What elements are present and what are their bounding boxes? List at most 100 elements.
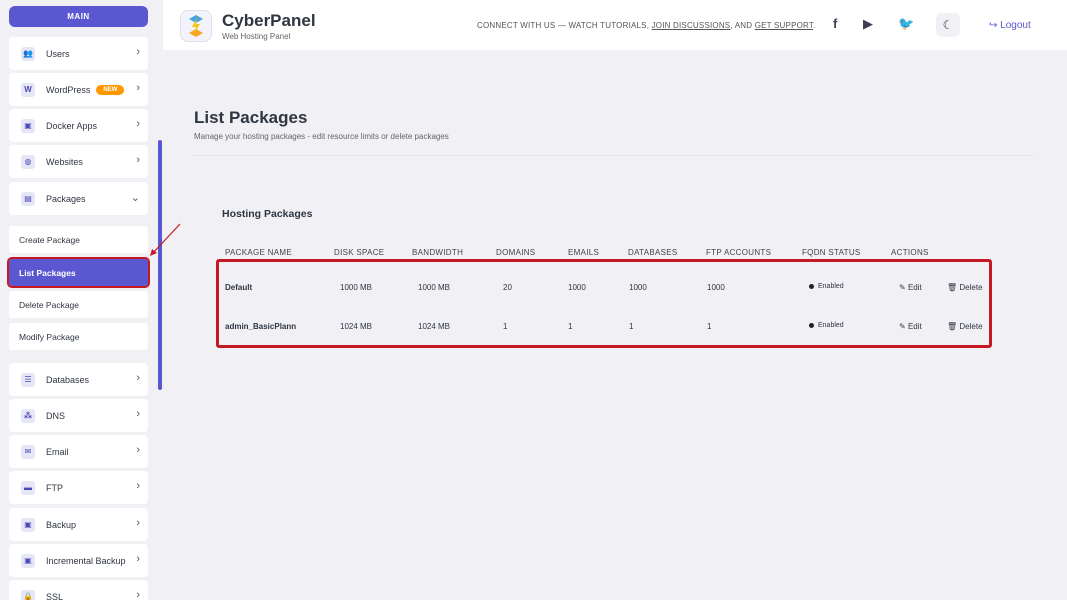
submenu-delete-package[interactable]: Delete Package xyxy=(9,291,148,318)
brand-name: CyberPanel xyxy=(222,11,316,30)
column-header-domains: DOMAINS xyxy=(496,248,536,257)
save-icon: ▣ xyxy=(21,553,35,568)
column-header-ftp-accounts: FTP ACCOUNTS xyxy=(706,248,772,257)
sidebar-item-users[interactable]: 👥 Users › xyxy=(9,37,148,70)
chevron-right-icon: › xyxy=(136,589,140,600)
connect-text: CONNECT WITH US — WATCH TUTORIALS, xyxy=(477,21,650,30)
sidebar-item-databases[interactable]: ☰ Databases › xyxy=(9,363,148,396)
sidebar-item-ssl[interactable]: 🔒 SSL › xyxy=(9,580,148,600)
delete-label: Delete xyxy=(959,322,983,331)
annotation-arrow-icon xyxy=(150,223,181,256)
database-icon: ☰ xyxy=(21,372,35,387)
emails-cell: 1 xyxy=(568,322,573,331)
globe-icon: ◍ xyxy=(21,154,35,169)
sidebar-scrollbar[interactable] xyxy=(158,140,162,390)
edit-button[interactable]: ✎ Edit xyxy=(899,283,922,292)
trash-icon: 🗑 xyxy=(947,322,958,331)
sidebar-item-label: Packages xyxy=(46,193,86,204)
sidebar-item-packages[interactable]: ▤ Packages ⌄ xyxy=(9,182,148,215)
submenu-modify-package[interactable]: Modify Package xyxy=(9,323,148,350)
edit-icon: ✎ xyxy=(899,322,906,331)
sidebar-item-backup[interactable]: ▣ Backup › xyxy=(9,508,148,541)
package-icon: ▤ xyxy=(21,191,35,206)
join-discussions-link[interactable]: JOIN DISCUSSIONS xyxy=(652,21,731,30)
sidebar-item-wordpress[interactable]: W WordPress NEW › xyxy=(9,73,148,106)
edit-label: Edit xyxy=(907,322,922,331)
sidebar-item-label: SSL xyxy=(46,591,64,600)
sidebar-item-label: Incremental Backup xyxy=(46,555,126,566)
brand-subtitle: Web Hosting Panel xyxy=(222,32,291,41)
top-header: CyberPanel Web Hosting Panel CONNECT WIT… xyxy=(163,0,1067,50)
sidebar-item-label: DNS xyxy=(46,410,66,421)
sidebar-item-websites[interactable]: ◍ Websites › xyxy=(9,145,148,178)
chevron-right-icon: › xyxy=(136,408,140,420)
bandwidth-cell: 1000 MB xyxy=(418,283,451,292)
edit-label: Edit xyxy=(907,283,922,292)
sidebar-item-docker-apps[interactable]: ▣ Docker Apps › xyxy=(9,109,148,142)
section-title: Hosting Packages xyxy=(222,208,313,220)
logout-icon: ↪ xyxy=(989,20,998,31)
domains-cell: 1 xyxy=(503,322,508,331)
new-badge: NEW xyxy=(96,84,125,95)
page-title: List Packages xyxy=(194,108,308,127)
domains-cell: 20 xyxy=(503,283,512,292)
sidebar-item-incremental-backup[interactable]: ▣ Incremental Backup › xyxy=(9,544,148,577)
edit-button[interactable]: ✎ Edit xyxy=(899,322,922,331)
databases-cell: 1000 xyxy=(629,283,647,292)
column-header-fqdn-status: FQDN STATUS xyxy=(802,248,861,257)
chevron-right-icon: › xyxy=(136,118,140,130)
package-name-cell: admin_BasicPlann xyxy=(225,322,297,331)
databases-cell: 1 xyxy=(629,322,634,331)
chevron-right-icon: › xyxy=(136,154,140,166)
column-header-actions: ACTIONS xyxy=(891,248,929,257)
highlight-box xyxy=(216,259,992,348)
logout-button[interactable]: ↪ Logout xyxy=(989,20,1031,31)
bandwidth-cell: 1024 MB xyxy=(418,322,451,331)
connect-banner: CONNECT WITH US — WATCH TUTORIALS, JOIN … xyxy=(477,21,816,30)
delete-label: Delete xyxy=(959,283,983,292)
sitemap-icon: ⁂ xyxy=(21,408,35,423)
lock-icon: 🔒 xyxy=(21,589,35,600)
status-dot-icon xyxy=(809,322,814,328)
sidebar-item-email[interactable]: ✉ Email › xyxy=(9,435,148,468)
get-support-link[interactable]: GET SUPPORT xyxy=(755,21,813,30)
chevron-right-icon: › xyxy=(136,553,140,565)
moon-icon[interactable]: ☾ xyxy=(936,13,960,37)
fqdn-status-cell: Enabled xyxy=(809,322,844,329)
delete-button[interactable]: 🗑 Delete xyxy=(947,283,983,292)
delete-button[interactable]: 🗑 Delete xyxy=(947,322,983,331)
chevron-right-icon: › xyxy=(136,444,140,456)
page-subtitle: Manage your hosting packages - edit reso… xyxy=(194,132,449,141)
ftp-accounts-cell: 1 xyxy=(707,322,712,331)
fqdn-status-label: Enabled xyxy=(818,283,844,290)
chevron-right-icon: › xyxy=(136,372,140,384)
connect-text: , AND xyxy=(730,21,753,30)
sidebar-item-label: Users xyxy=(46,48,70,59)
sidebar: MAIN 👥 Users › W WordPress NEW › ▣ Docke… xyxy=(0,0,160,600)
chevron-right-icon: › xyxy=(136,46,140,58)
status-dot-icon xyxy=(809,283,814,289)
divider xyxy=(194,155,1034,156)
facebook-icon[interactable]: f xyxy=(833,16,837,31)
envelope-icon: ✉ xyxy=(21,444,35,459)
sidebar-item-dns[interactable]: ⁂ DNS › xyxy=(9,399,148,432)
chevron-right-icon: › xyxy=(136,480,140,492)
sidebar-item-ftp[interactable]: ▬ FTP › xyxy=(9,471,148,504)
column-header-emails: EMAILS xyxy=(568,248,600,257)
submenu-create-package[interactable]: Create Package xyxy=(9,226,148,253)
chevron-right-icon: › xyxy=(136,82,140,94)
youtube-icon[interactable]: ▶ xyxy=(863,16,873,32)
users-icon: 👥 xyxy=(21,46,35,61)
trash-icon: 🗑 xyxy=(947,283,958,292)
chevron-right-icon: › xyxy=(136,517,140,529)
column-header-databases: DATABASES xyxy=(628,248,678,257)
fqdn-status-label: Enabled xyxy=(818,322,844,329)
edit-icon: ✎ xyxy=(899,283,906,292)
sidebar-item-label: Email xyxy=(46,446,69,457)
sidebar-item-label: Docker Apps xyxy=(46,120,98,131)
folder-icon: ▬ xyxy=(21,480,35,495)
logout-label: Logout xyxy=(1000,20,1031,31)
twitter-icon[interactable]: 🐦 xyxy=(898,16,914,32)
submenu-list-packages[interactable]: List Packages xyxy=(7,257,150,288)
sidebar-main-label: MAIN xyxy=(9,6,148,27)
